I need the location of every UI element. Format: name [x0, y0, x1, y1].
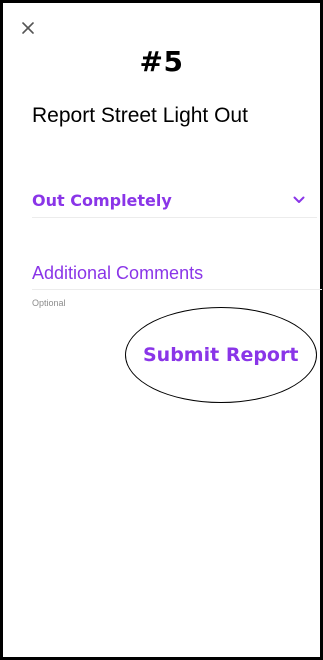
page-title: Report Street Light Out: [32, 104, 248, 127]
chevron-down-icon: [293, 195, 305, 205]
additional-comments-label: Additional Comments: [32, 263, 204, 283]
additional-comments-field[interactable]: Additional Comments: [32, 261, 322, 290]
outage-type-selected-value: Out Completely: [32, 191, 172, 210]
submit-report-button[interactable]: Submit Report: [143, 344, 298, 366]
phone-screen-frame: #5 Report Street Light Out Out Completel…: [0, 0, 323, 660]
close-button[interactable]: [21, 21, 35, 35]
step-annotation-label: #5: [139, 45, 184, 78]
comments-optional-helper: Optional: [32, 298, 66, 308]
close-icon: [22, 22, 34, 34]
outage-type-select[interactable]: Out Completely: [32, 191, 317, 218]
